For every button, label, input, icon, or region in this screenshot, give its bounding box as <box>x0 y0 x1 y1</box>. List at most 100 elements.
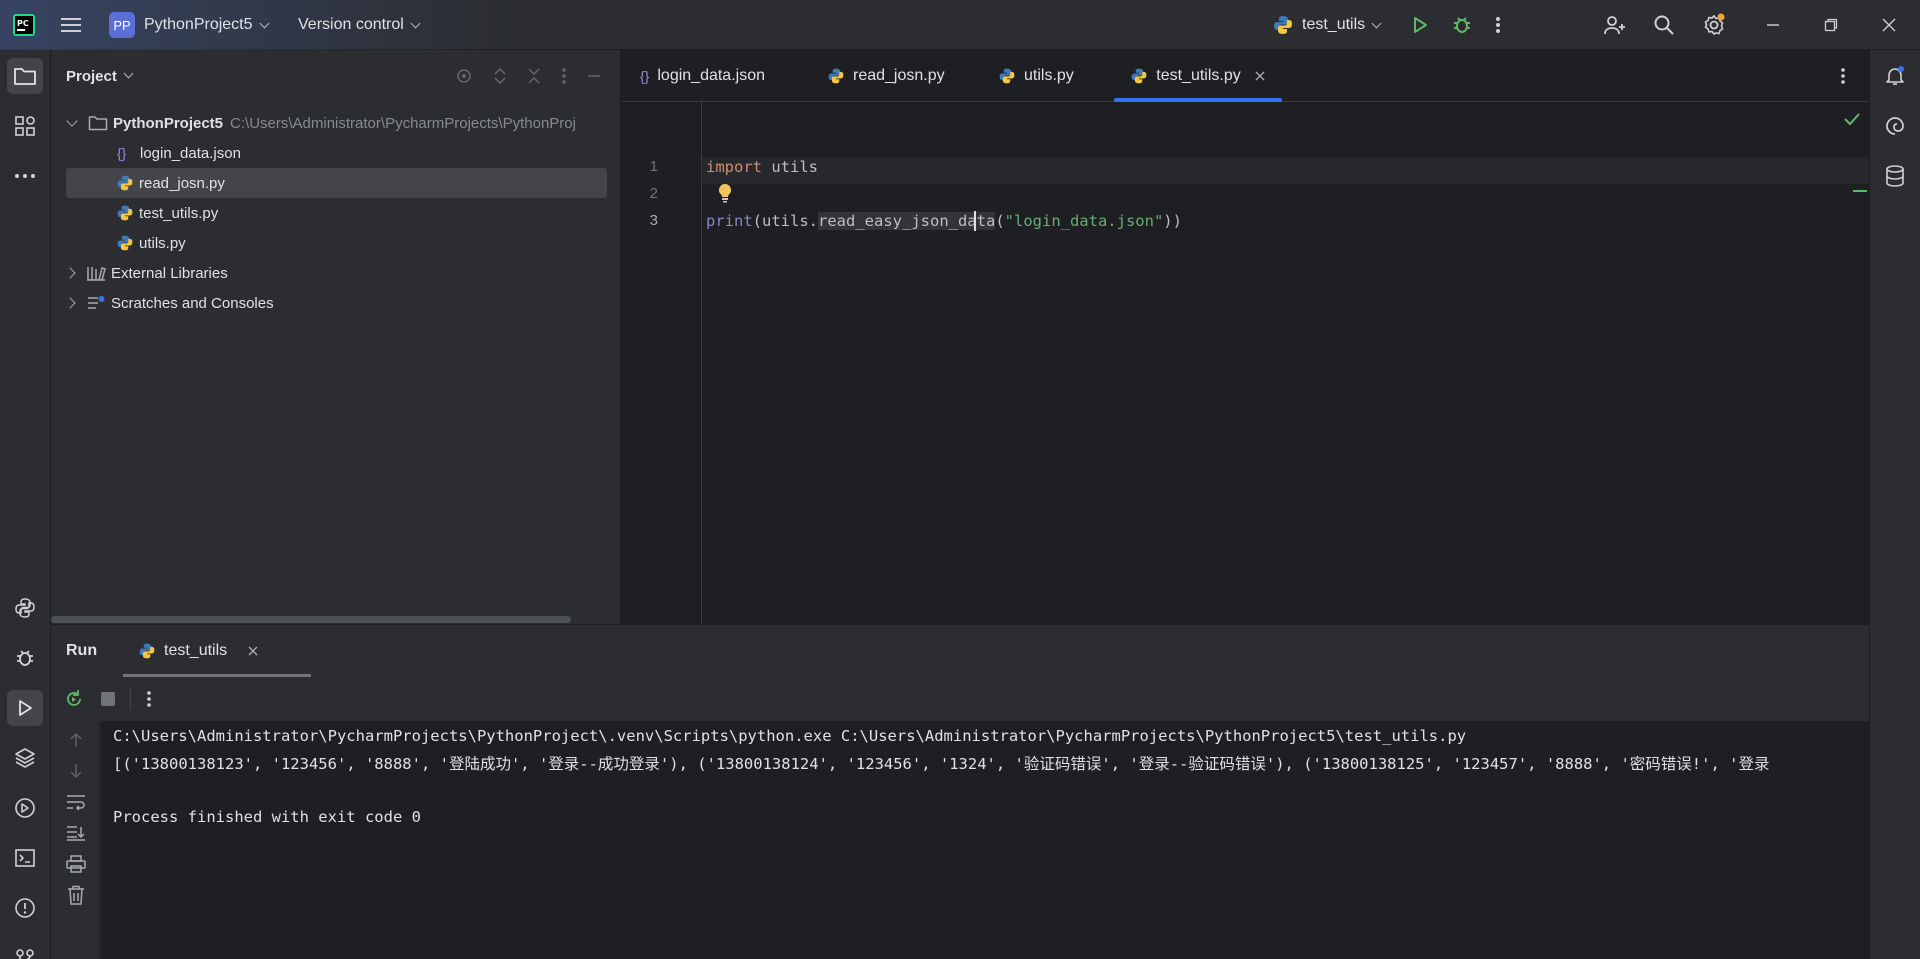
tree-item-test-utils-py[interactable]: test_utils.py <box>51 198 620 228</box>
soft-wrap-icon <box>67 795 85 810</box>
ai-assistant-button[interactable] <box>1877 108 1913 144</box>
tab-label: read_josn.py <box>853 67 945 84</box>
version-control-menu[interactable]: Version control <box>298 0 421 50</box>
change-marker <box>1853 190 1867 192</box>
code-token: (utils. <box>752 212 818 230</box>
chevron-right-icon <box>64 297 76 309</box>
tree-item-project-root[interactable]: PythonProject5 C:\Users\Administrator\Py… <box>51 108 620 138</box>
play-icon <box>19 700 32 716</box>
scrollbar-thumb[interactable] <box>51 616 571 623</box>
tree-item-external-libraries[interactable]: External Libraries <box>51 258 620 288</box>
pycharm-logo-icon[interactable]: PC <box>12 0 36 50</box>
tree-item-path: C:\Users\Administrator\PycharmProjects\P… <box>230 114 576 132</box>
minimize-button[interactable] <box>1745 0 1801 50</box>
inspection-ok-icon[interactable] <box>1844 112 1860 130</box>
stop-button[interactable] <box>101 692 115 706</box>
chevron-down-icon <box>1371 18 1382 28</box>
search-button[interactable] <box>1653 0 1675 50</box>
console-line: [('13800138123', '123456', '8888', '登陆成功… <box>113 755 1770 773</box>
run-button[interactable] <box>1410 0 1430 50</box>
run-side-toolbar <box>51 721 100 959</box>
more-vertical-icon[interactable] <box>561 67 567 85</box>
toolbar-divider <box>130 688 131 710</box>
scroll-to-end-icon <box>67 826 85 841</box>
run-tab-test-utils[interactable]: test_utils <box>123 625 311 677</box>
layers-icon <box>15 748 35 768</box>
git-tool-button[interactable] <box>7 940 43 959</box>
services-tool-button[interactable] <box>7 790 43 826</box>
more-tools-button[interactable] <box>7 158 43 194</box>
main-menu-button[interactable] <box>60 0 82 50</box>
rerun-button[interactable] <box>63 688 85 714</box>
rerun-icon <box>67 690 81 706</box>
add-user-icon <box>1604 16 1625 35</box>
more-horizontal-icon <box>15 174 35 178</box>
close-window-button[interactable] <box>1861 0 1917 50</box>
restore-icon <box>1824 18 1838 32</box>
console-output[interactable]: C:\Users\Administrator\PycharmProjects\P… <box>101 721 1869 959</box>
soft-wrap-button[interactable] <box>65 791 87 813</box>
terminal-tool-button[interactable] <box>7 840 43 876</box>
restore-button[interactable] <box>1803 0 1859 50</box>
code-line-1[interactable]: import utils <box>706 154 818 181</box>
hide-panel-icon[interactable] <box>587 67 601 85</box>
close-tab-icon[interactable] <box>1254 70 1266 82</box>
tabs-more-button[interactable] <box>1840 50 1846 102</box>
intention-bulb-icon[interactable] <box>716 183 734 207</box>
close-tab-icon[interactable] <box>247 645 259 657</box>
clear-all-button[interactable] <box>65 884 87 906</box>
code-with-me-button[interactable] <box>1603 0 1627 50</box>
horizontal-scrollbar[interactable] <box>51 614 620 624</box>
right-tool-strip <box>1869 50 1920 959</box>
python-console-icon <box>15 598 35 618</box>
python-icon <box>139 643 155 659</box>
code-token: )) <box>1163 212 1182 230</box>
database-button[interactable] <box>1877 158 1913 194</box>
run-config-selector[interactable]: test_utils <box>1272 0 1382 50</box>
expand-all-icon[interactable] <box>493 67 507 85</box>
debug-button[interactable] <box>1451 0 1473 50</box>
collapse-all-icon[interactable] <box>527 67 541 85</box>
tree-item-utils-py[interactable]: utils.py <box>51 228 620 258</box>
trash-icon <box>68 885 84 905</box>
json-icon: {} <box>640 68 650 84</box>
tab-label: utils.py <box>1024 67 1074 84</box>
run-panel-header: Run test_utils <box>51 625 1869 677</box>
scroll-to-end-button[interactable] <box>65 822 87 844</box>
scroll-down-button[interactable] <box>65 760 87 782</box>
locate-icon[interactable] <box>455 67 473 85</box>
python-console-button[interactable] <box>7 590 43 626</box>
run-tool-button[interactable] <box>7 690 43 726</box>
tab-login-data-json[interactable]: {} login_data.json <box>640 50 765 102</box>
print-button[interactable] <box>65 853 87 875</box>
tree-item-scratches-and-consoles[interactable]: Scratches and Consoles <box>51 288 620 318</box>
line-number: 1 <box>649 158 658 175</box>
run-more-button[interactable] <box>146 690 152 712</box>
project-switcher[interactable]: PP PythonProject5 <box>109 0 269 50</box>
gear-icon <box>1704 13 1725 36</box>
ai-spiral-icon <box>1886 117 1904 135</box>
tab-utils-py[interactable]: utils.py <box>998 50 1074 102</box>
notifications-button[interactable] <box>1877 58 1913 94</box>
chevron-down-icon <box>123 68 134 79</box>
structure-tool-button[interactable] <box>7 108 43 144</box>
close-icon <box>1882 18 1896 32</box>
tree-item-label: PythonProject5 <box>113 114 224 132</box>
tab-read-josn-py[interactable]: read_josn.py <box>827 50 945 102</box>
more-actions-button[interactable] <box>1495 0 1501 50</box>
tree-item-read-josn-py[interactable]: read_josn.py <box>66 168 607 198</box>
debug-tool-button[interactable] <box>7 640 43 676</box>
packages-tool-button[interactable] <box>7 740 43 776</box>
problems-tool-button[interactable] <box>7 890 43 926</box>
code-string: "login_data.json" <box>1004 212 1164 230</box>
json-icon: {} <box>117 145 127 161</box>
code-line-3[interactable]: print(utils.read_easy_json_data("login_d… <box>706 208 1182 235</box>
tree-item-login-data-json[interactable]: {} login_data.json <box>51 138 620 168</box>
settings-button[interactable] <box>1702 0 1726 50</box>
tab-test-utils-py[interactable]: test_utils.py <box>1114 50 1282 102</box>
tree-item-label: test_utils.py <box>139 204 219 222</box>
project-tool-button[interactable] <box>7 58 43 94</box>
project-panel-actions <box>455 67 601 85</box>
scroll-up-button[interactable] <box>65 729 87 751</box>
tab-label: test_utils.py <box>1156 67 1241 84</box>
